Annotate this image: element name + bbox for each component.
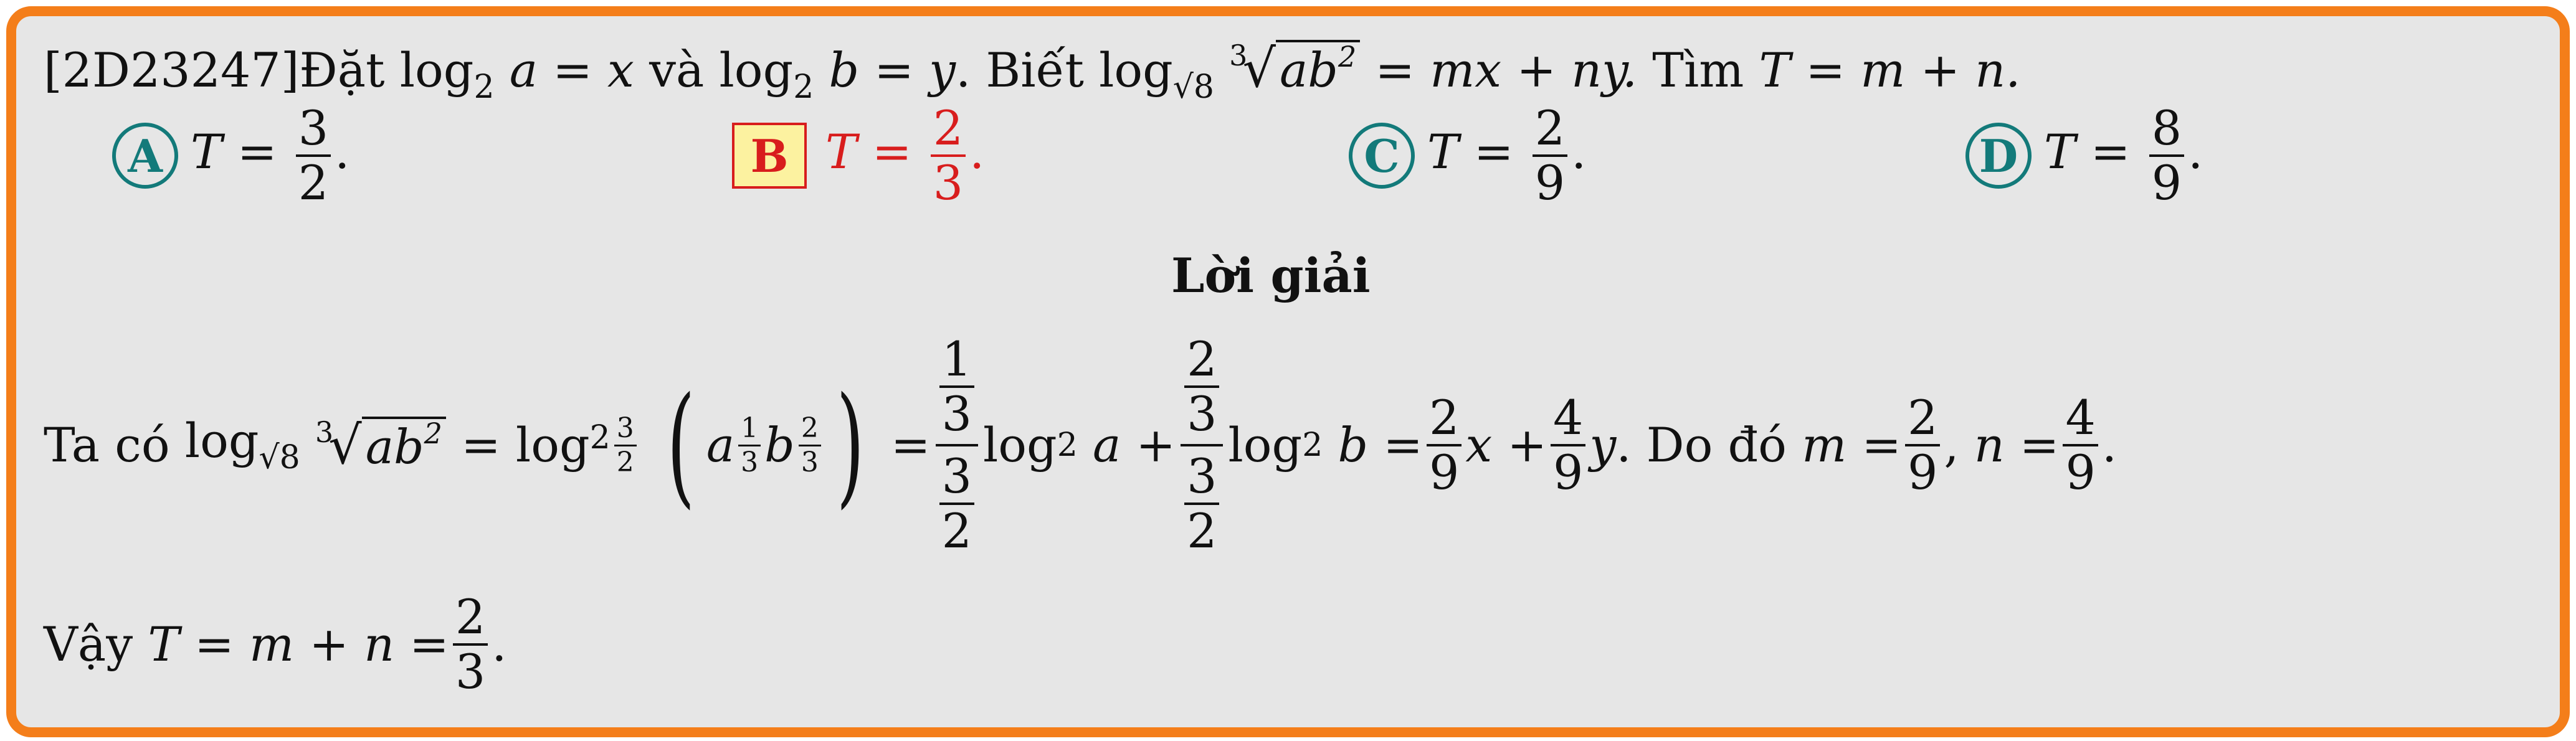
option-d-marker: D (1965, 123, 2032, 189)
solution-main-line: Ta có log√8 3√ab2 = log 2 3 2 (a 1 3 b 2 3) = 13… (44, 331, 2117, 559)
option-b[interactable]: BT = 23. (732, 105, 984, 207)
question-lead: Đặt (299, 42, 385, 98)
option-a-marker: A (112, 123, 178, 189)
solution-conclusion: Vậy T = m + n = 23. (44, 589, 507, 699)
option-c-marker: C (1349, 123, 1415, 189)
log-a: log2 a = x (399, 42, 634, 106)
option-b-marker: B (732, 123, 807, 189)
solution-heading: Lời giải (1171, 248, 1371, 303)
option-d[interactable]: DT = 89. (1965, 105, 2203, 207)
question-text: [2D23247]Đặt log2 a = x và log2 b = y. B… (44, 38, 2021, 106)
option-a[interactable]: AT = 32. (112, 105, 349, 207)
question-id: [2D23247] (44, 42, 300, 98)
log-b: log2 b = y. (719, 42, 971, 106)
find-expression: T = m + n. (1759, 42, 2021, 98)
given-equation: log√8 3√ab2 = mx + ny. (1099, 38, 1638, 106)
option-c[interactable]: CT = 29. (1349, 105, 1586, 207)
